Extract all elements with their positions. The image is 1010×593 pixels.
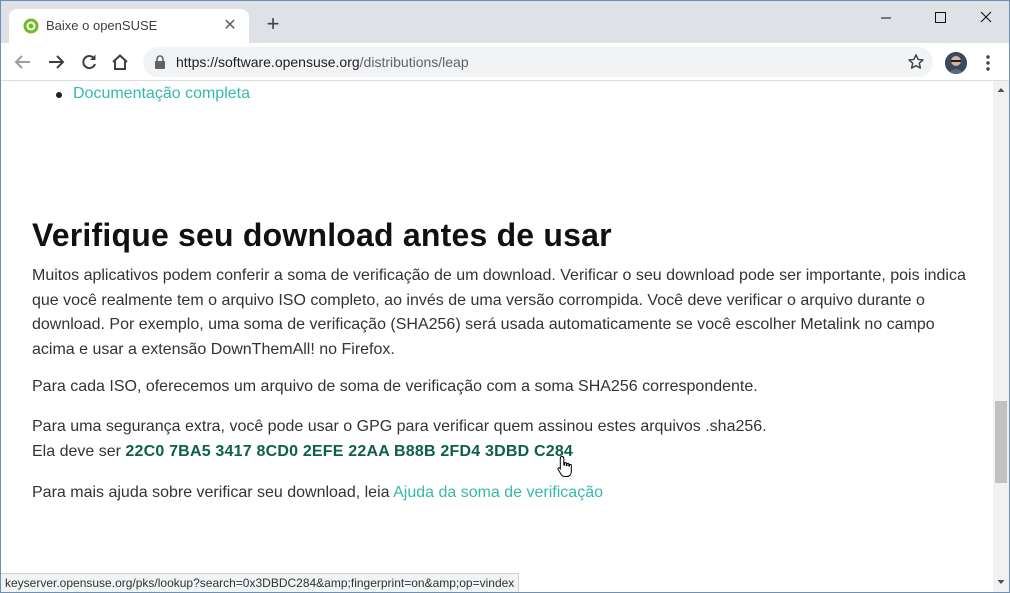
gpg-text: Para uma segurança extra, você pode usar… [32, 418, 767, 435]
full-documentation-link[interactable]: Documentação completa [73, 85, 250, 103]
gpg-paragraph: Para uma segurança extra, você pode usar… [32, 415, 967, 464]
status-url-bubble: keyserver.opensuse.org/pks/lookup?search… [1, 573, 520, 592]
help-paragraph: Para mais ajuda sobre verificar seu down… [32, 481, 967, 506]
more-menu-icon[interactable] [981, 53, 995, 73]
maximize-icon[interactable] [915, 5, 961, 31]
url-path: /distributions/leap [359, 54, 469, 70]
back-arrow-icon[interactable] [13, 52, 33, 72]
gpg-prefix: Ela deve ser [32, 442, 121, 460]
new-tab-button[interactable]: + [263, 13, 283, 35]
checksum-help-link[interactable]: Ajuda da soma de verificação [393, 484, 603, 501]
vertical-scrollbar[interactable] [993, 81, 1009, 592]
lock-icon[interactable] [154, 55, 166, 69]
checksum-paragraph: Para cada ISO, oferecemos um arquivo de … [32, 378, 758, 395]
profile-avatar[interactable] [945, 52, 967, 74]
address-bar[interactable]: https://software.opensuse.org/distributi… [143, 47, 933, 77]
browser-toolbar: https://software.opensuse.org/distributi… [1, 43, 1009, 81]
page-content: Documentação completa Verifique seu down… [1, 81, 993, 592]
url-host: https://software.opensuse.org [176, 54, 360, 70]
bookmark-star-icon[interactable] [907, 53, 925, 71]
tab-strip: Baixe o openSUSE ✕ + [1, 1, 1009, 43]
scroll-up-arrow-icon[interactable] [996, 85, 1006, 95]
gpg-fingerprint-link[interactable]: 22C0 7BA5 3417 8CD0 2EFE 22AA B88B 2FD4 … [125, 443, 573, 460]
tab-close-icon[interactable]: ✕ [221, 17, 239, 35]
avatar-icon [945, 52, 967, 74]
page-heading: Verifique seu download antes de usar [32, 217, 612, 253]
hand-pointer-icon [557, 455, 572, 477]
scroll-down-arrow-icon[interactable] [996, 577, 1006, 587]
close-window-icon[interactable] [963, 5, 1009, 31]
tab-title: Baixe o openSUSE [46, 18, 158, 33]
tab-opensuse[interactable]: Baixe o openSUSE ✕ [9, 9, 249, 43]
scrollbar-thumb[interactable] [995, 401, 1007, 483]
minimize-icon[interactable] [863, 5, 909, 31]
home-icon[interactable] [110, 52, 130, 72]
reload-icon[interactable] [79, 52, 99, 72]
list-bullet [56, 92, 62, 98]
intro-paragraph: Muitos aplicativos podem conferir a soma… [32, 267, 966, 358]
opensuse-icon [23, 18, 39, 34]
url-text[interactable]: https://software.opensuse.org/distributi… [176, 54, 469, 70]
help-prefix: Para mais ajuda sobre verificar seu down… [32, 484, 390, 501]
forward-arrow-icon[interactable] [46, 52, 66, 72]
browser-window: Baixe o openSUSE ✕ + https://software.op… [0, 0, 1010, 593]
